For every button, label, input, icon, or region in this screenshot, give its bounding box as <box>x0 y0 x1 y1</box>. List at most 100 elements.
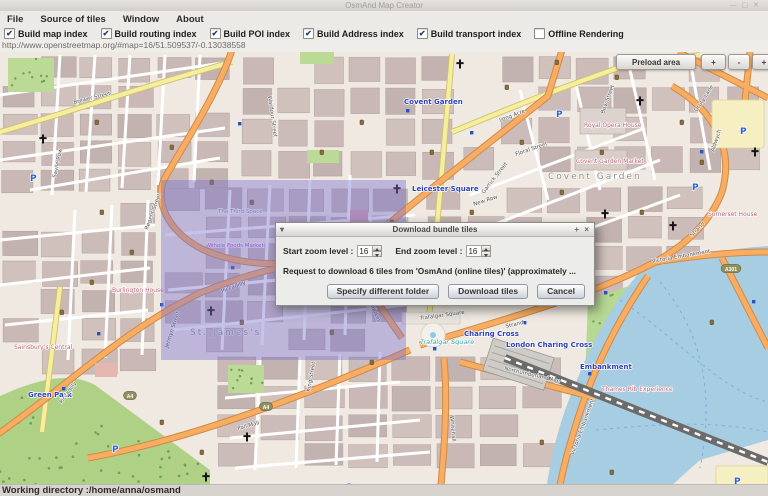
road-badge: A4 <box>260 403 273 412</box>
checkbox-build-address-index[interactable]: ✔Build Address index <box>303 28 404 39</box>
download-bundle-tiles-dialog: ▾ Download bundle tiles + × Start zoom l… <box>275 222 595 306</box>
pub-icon <box>610 470 614 475</box>
building <box>278 88 310 113</box>
pub-icon <box>130 250 134 255</box>
spinner-down-icon[interactable] <box>482 251 491 257</box>
building <box>651 147 682 173</box>
tree-icon <box>236 379 238 381</box>
dialog-close-icon[interactable]: × <box>584 223 589 236</box>
unchecked-checkbox-icon[interactable] <box>534 28 545 39</box>
start-zoom-spinner[interactable] <box>357 245 382 257</box>
road-badge: A301 <box>721 265 741 274</box>
minimize-icon[interactable]: — <box>730 2 742 9</box>
tree-icon <box>137 440 140 443</box>
pub-icon <box>60 310 64 315</box>
tree-icon <box>609 294 611 296</box>
pub-icon <box>430 150 434 155</box>
tree-icon <box>592 320 594 322</box>
checked-checkbox-icon[interactable]: ✔ <box>417 28 428 39</box>
building <box>82 318 116 340</box>
dialog-collapse-icon[interactable]: ▾ <box>280 223 284 236</box>
map-label: Leicester Square <box>412 185 479 193</box>
pub-icon <box>680 120 684 125</box>
tree-icon <box>72 455 75 458</box>
tree-icon <box>2 480 5 483</box>
menu-window[interactable]: Window <box>123 14 159 25</box>
building <box>393 415 432 438</box>
building <box>3 231 38 255</box>
checkbox-build-poi-index[interactable]: ✔Build POI index <box>210 28 291 39</box>
zoom-extra-button[interactable]: + <box>752 54 768 70</box>
tree-icon <box>230 369 232 371</box>
spinner-down-icon[interactable] <box>373 251 382 257</box>
tree-icon <box>46 75 48 77</box>
tree-icon <box>107 445 110 448</box>
building <box>422 57 451 81</box>
building <box>242 119 272 144</box>
zoom-out-button[interactable]: - <box>728 54 750 70</box>
download-tiles-button[interactable]: Download tiles <box>448 284 528 299</box>
specify-different-folder-button[interactable]: Specify different folder <box>327 284 440 299</box>
checkbox-offline-rendering[interactable]: Offline Rendering <box>534 28 624 39</box>
building <box>279 120 307 146</box>
pub-icon <box>560 190 564 195</box>
building <box>122 233 156 256</box>
checkbox-build-routing-index[interactable]: ✔Build routing index <box>101 28 197 39</box>
checkbox-label: Build transport index <box>431 29 522 39</box>
pub-icon <box>615 75 619 80</box>
window-controls[interactable]: —▢✕ <box>730 0 765 11</box>
building <box>262 357 301 379</box>
end-zoom-spinner[interactable] <box>466 245 491 257</box>
checkbox-build-map-index[interactable]: ✔Build map index <box>4 28 88 39</box>
checked-checkbox-icon[interactable]: ✔ <box>303 28 314 39</box>
tree-icon <box>100 469 103 472</box>
tree-icon <box>197 463 200 466</box>
building <box>386 152 416 176</box>
menu-file[interactable]: File <box>7 14 23 25</box>
svg-text:A4: A4 <box>263 405 270 411</box>
tree-icon <box>28 457 31 460</box>
menu-about[interactable]: About <box>176 14 203 25</box>
map-panel[interactable]: Covent GardenLeicester SquareGreen ParkC… <box>0 52 768 484</box>
building <box>349 386 387 409</box>
checked-checkbox-icon[interactable]: ✔ <box>4 28 15 39</box>
checkbox-label: Build POI index <box>224 29 291 39</box>
tree-icon <box>22 72 24 74</box>
poi-building <box>95 363 117 377</box>
dialog-maximize-icon[interactable]: + <box>574 223 579 236</box>
building <box>629 216 662 238</box>
parking-area <box>712 100 764 148</box>
tree-icon <box>241 369 243 371</box>
checkbox-label: Build routing index <box>115 29 197 39</box>
building <box>118 114 151 137</box>
pub-icon <box>100 210 104 215</box>
zoom-in-button[interactable]: + <box>701 54 726 70</box>
tree-icon <box>138 454 141 457</box>
parking-icon: P <box>740 127 747 137</box>
close-icon[interactable]: ✕ <box>753 2 764 9</box>
menu-source-of-tiles[interactable]: Source of tiles <box>40 14 105 25</box>
preload-area-button[interactable]: Preload area <box>616 54 696 70</box>
map-label: Charing Cross <box>464 330 519 338</box>
tree-icon <box>41 81 43 83</box>
maximize-icon[interactable]: ▢ <box>742 2 754 9</box>
cancel-button[interactable]: Cancel <box>537 284 585 299</box>
checkbox-build-transport-index[interactable]: ✔Build transport index <box>417 28 522 39</box>
checkbox-label: Build Address index <box>317 29 404 39</box>
start-zoom-input[interactable] <box>357 245 373 257</box>
map-label: Covent Garden Market <box>576 158 644 165</box>
end-zoom-input[interactable] <box>466 245 482 257</box>
start-zoom-label: Start zoom level : <box>283 246 353 256</box>
download-request-message: Request to download 6 tiles from 'OsmAnd… <box>283 266 587 276</box>
checked-checkbox-icon[interactable]: ✔ <box>210 28 221 39</box>
building <box>479 386 515 408</box>
checked-checkbox-icon[interactable]: ✔ <box>101 28 112 39</box>
app-window: OsmAnd Map Creator —▢✕ FileSource of til… <box>0 0 768 496</box>
tree-icon <box>250 377 252 379</box>
map-label: Thames Rib Experience <box>601 386 673 393</box>
road-badge: A4 <box>124 392 137 401</box>
pub-icon <box>600 150 604 155</box>
pub-icon <box>160 420 164 425</box>
building <box>392 357 430 381</box>
building <box>242 151 271 176</box>
